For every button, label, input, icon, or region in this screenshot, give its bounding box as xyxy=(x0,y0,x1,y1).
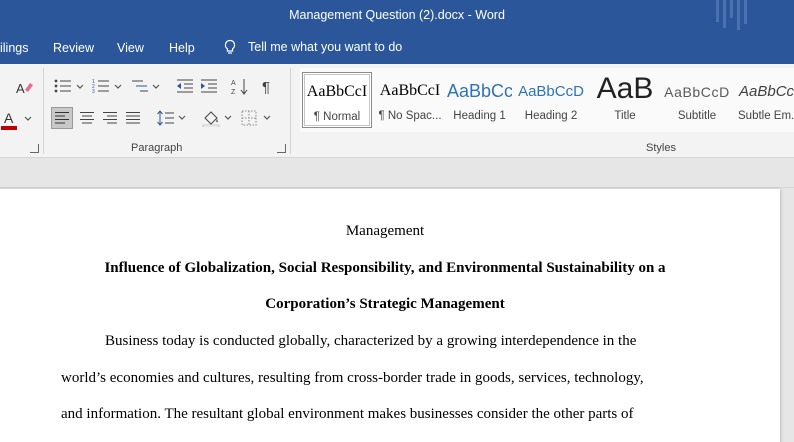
document-header: Management xyxy=(345,223,425,239)
sort-icon: AZ xyxy=(231,79,248,95)
window-title: Management Question (2).docx - Word xyxy=(289,8,505,22)
ribbon-tabs: ilings Review View Help Tell me what you… xyxy=(0,32,794,64)
align-right-icon xyxy=(103,112,117,124)
sort-button[interactable]: AZ xyxy=(230,76,250,96)
decrease-indent-button[interactable] xyxy=(175,76,195,96)
eraser-icon: A xyxy=(16,81,33,96)
style-no-spacing[interactable]: AaBbCcI ¶ No Spac... xyxy=(375,72,445,128)
clear-formatting-button[interactable]: A xyxy=(14,78,36,98)
align-right-button[interactable] xyxy=(99,107,121,129)
tab-review[interactable]: Review xyxy=(53,41,94,55)
body-paragraph-line: and information. The resultant global en… xyxy=(61,406,634,422)
multilevel-list-button[interactable] xyxy=(130,76,150,96)
svg-text:¶: ¶ xyxy=(262,79,270,94)
lightbulb-icon xyxy=(224,39,236,54)
align-left-icon xyxy=(55,112,69,124)
line-spacing-button[interactable] xyxy=(155,107,177,129)
document-area: Management Influence of Globalization, S… xyxy=(0,158,794,442)
paragraph-dialog-launcher[interactable] xyxy=(277,144,286,153)
chevron-down-icon[interactable] xyxy=(224,115,232,121)
justify-button[interactable] xyxy=(122,107,144,129)
style-normal[interactable]: AaBbCcI ¶ Normal xyxy=(302,72,372,128)
style-preview: AaBbCcI xyxy=(379,82,441,99)
line-spacing-icon xyxy=(157,110,174,126)
svg-text:3: 3 xyxy=(92,89,95,94)
svg-text:Z: Z xyxy=(231,89,236,95)
chevron-down-icon[interactable] xyxy=(24,116,32,122)
align-left-button[interactable] xyxy=(51,107,73,129)
word-window: Management Question (2).docx - Word ilin… xyxy=(0,0,794,442)
justify-icon xyxy=(126,112,140,124)
chevron-down-icon[interactable] xyxy=(178,115,186,121)
align-center-icon xyxy=(80,112,94,124)
style-name: Heading 1 xyxy=(453,110,506,122)
tab-help[interactable]: Help xyxy=(169,41,195,55)
font-color-icon: A xyxy=(1,110,17,130)
style-name: ¶ No Spac... xyxy=(378,110,442,122)
decrease-indent-icon xyxy=(177,79,193,93)
chevron-down-icon[interactable] xyxy=(114,84,122,90)
style-name: Heading 2 xyxy=(524,110,578,122)
title-bar: Management Question (2).docx - Word xyxy=(0,0,794,32)
shading-button[interactable] xyxy=(200,107,222,129)
increase-indent-icon xyxy=(201,79,217,93)
style-name: Subtitle xyxy=(677,110,717,122)
chevron-down-icon[interactable] xyxy=(263,115,271,121)
title-bar-decoration xyxy=(716,0,747,30)
show-formatting-button[interactable]: ¶ xyxy=(258,76,278,96)
style-preview: AaBbCcD xyxy=(518,83,584,100)
borders-icon xyxy=(241,110,257,126)
ribbon: A A 123 A Z ¶ Paragraph AaBbCcI ¶ Normal… xyxy=(0,64,794,158)
align-center-button[interactable] xyxy=(76,107,98,129)
style-preview: AaBbCc xyxy=(447,81,512,101)
tab-mailings[interactable]: ilings xyxy=(0,41,29,55)
increase-indent-button[interactable] xyxy=(199,76,219,96)
chevron-down-icon[interactable] xyxy=(152,84,160,90)
style-subtle-emphasis[interactable]: AaBbCcL Subtle Em... xyxy=(736,72,794,128)
tell-me-text: Tell me what you want to do xyxy=(248,40,403,54)
borders-button[interactable] xyxy=(238,107,260,129)
ruler-strip xyxy=(0,158,794,188)
style-title[interactable]: AaB Title xyxy=(590,72,660,128)
numbered-list-icon: 123 xyxy=(92,79,109,94)
tab-view[interactable]: View xyxy=(117,41,144,55)
body-paragraph-line: Business today is conducted globally, ch… xyxy=(105,333,637,349)
group-separator xyxy=(290,68,291,154)
svg-text:A: A xyxy=(16,81,25,96)
bullet-list-icon xyxy=(54,79,71,93)
svg-text:A: A xyxy=(231,80,236,87)
style-name: Subtle Em... xyxy=(738,110,794,122)
style-heading-1[interactable]: AaBbCc Heading 1 xyxy=(447,72,512,128)
paragraph-group-label: Paragraph xyxy=(131,142,183,154)
font-dialog-launcher[interactable] xyxy=(30,144,39,153)
style-preview: AaBbCcL xyxy=(739,83,794,100)
document-page[interactable]: Management Influence of Globalization, S… xyxy=(0,189,780,442)
group-separator xyxy=(43,68,44,154)
svg-text:A: A xyxy=(4,110,14,126)
chevron-down-icon[interactable] xyxy=(76,84,84,90)
style-preview: AaBbCcD xyxy=(664,84,730,100)
multilevel-list-icon xyxy=(132,80,148,92)
style-name: ¶ Normal xyxy=(313,111,361,123)
style-name: Title xyxy=(614,110,636,122)
style-heading-2[interactable]: AaBbCcD Heading 2 xyxy=(518,72,584,128)
bullets-button[interactable] xyxy=(53,76,73,96)
document-title-line-1: Influence of Globalization, Social Respo… xyxy=(104,260,666,276)
tell-me-box[interactable]: Tell me what you want to do xyxy=(222,39,402,55)
body-paragraph-line: world’s economies and cultures, resultin… xyxy=(61,370,644,386)
style-preview: AaBbCcI xyxy=(306,83,368,100)
document-title-line-2: Corporation’s Strategic Management xyxy=(265,296,505,312)
font-color-button[interactable]: A xyxy=(0,108,22,132)
paint-bucket-icon xyxy=(202,111,220,127)
styles-group-label: Styles xyxy=(646,142,676,154)
style-subtitle[interactable]: AaBbCcD Subtitle xyxy=(664,72,730,128)
pilcrow-icon: ¶ xyxy=(262,79,270,94)
style-preview: AaB xyxy=(596,72,654,105)
numbering-button[interactable]: 123 xyxy=(91,76,111,96)
